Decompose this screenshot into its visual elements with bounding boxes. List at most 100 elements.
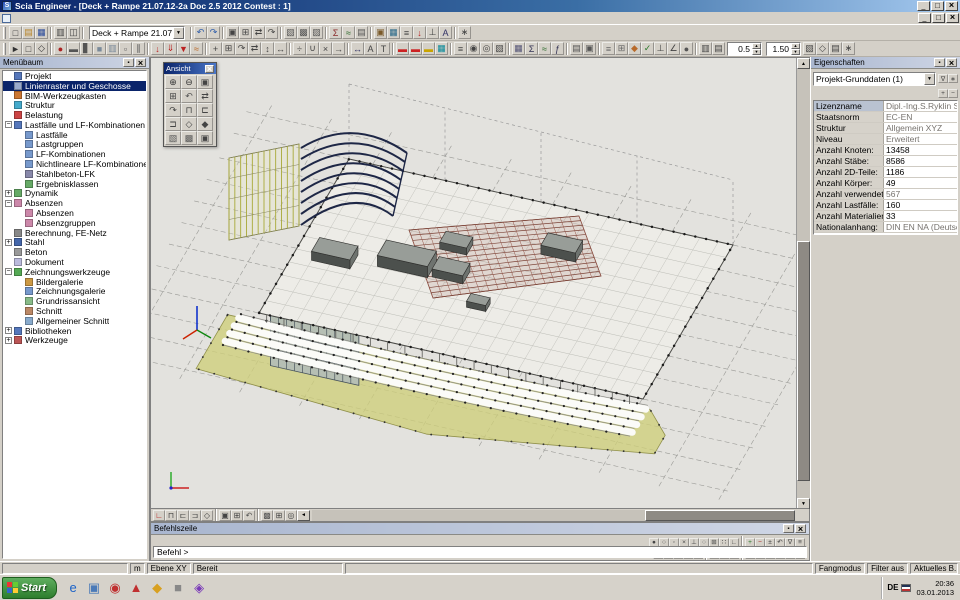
unit-indicator[interactable]: m <box>130 563 145 574</box>
line-load-icon[interactable]: ⇓ <box>164 42 177 55</box>
property-row[interactable]: Nationalanhang: DIN EN NA (Deutschlan... <box>814 222 957 233</box>
view-front-icon[interactable]: ⊏ <box>197 103 213 117</box>
start-button[interactable]: Start <box>2 577 57 599</box>
text-icon[interactable]: A <box>364 42 377 55</box>
temperature-load-icon[interactable]: ≈ <box>190 42 203 55</box>
close-button[interactable] <box>945 1 958 11</box>
scale-icon[interactable]: ↕ <box>261 42 274 55</box>
dimension-icon[interactable]: ↔ <box>351 42 364 55</box>
tree-item[interactable]: Beton <box>3 247 146 257</box>
trim-icon[interactable]: × <box>319 42 332 55</box>
clipboard-icon[interactable]: ▣ <box>374 26 387 39</box>
close-icon[interactable] <box>795 524 806 533</box>
move-icon[interactable]: + <box>209 42 222 55</box>
table-input-icon[interactable]: ▦ <box>387 26 400 39</box>
internet-explorer-icon[interactable]: e <box>63 578 83 598</box>
view-side-icon[interactable]: ⊐ <box>165 117 181 131</box>
tree-item[interactable]: Ergebnisklassen <box>3 179 146 189</box>
property-row[interactable]: Struktur Allgemein XYZ <box>814 123 957 134</box>
zoom-all-icon[interactable]: ▣ <box>219 510 231 521</box>
surface-load-icon[interactable]: ▼ <box>177 42 190 55</box>
tree-item[interactable]: Struktur <box>3 100 146 110</box>
snap-mode-icon[interactable]: ◎ <box>285 510 297 521</box>
expand-all-icon[interactable]: + <box>938 89 948 98</box>
close-icon[interactable] <box>946 58 957 67</box>
mesh-icon[interactable]: ▦ <box>512 42 525 55</box>
property-row[interactable]: Staatsnorm EC-EN <box>814 112 957 123</box>
vertical-scroll-thumb[interactable] <box>797 241 810 481</box>
allplan-icon[interactable]: ■ <box>168 578 188 598</box>
gallery-icon[interactable]: ▣ <box>583 42 596 55</box>
storey-icon[interactable]: ≡ <box>602 42 615 55</box>
property-row[interactable]: Anzahl Stäbe: 8586 <box>814 156 957 167</box>
view-side-icon[interactable]: ⊐ <box>189 510 201 521</box>
toolbar-grip[interactable] <box>3 43 6 55</box>
print-icon[interactable]: ▥ <box>54 26 67 39</box>
scroll-up-button[interactable] <box>797 58 810 69</box>
zoom-window-icon[interactable]: ⊞ <box>239 26 252 39</box>
coord-ucs-icon[interactable]: ∟ <box>153 510 165 521</box>
tree-item[interactable]: Lastgruppen <box>3 140 146 150</box>
select-polygon-icon[interactable]: ◇ <box>35 42 48 55</box>
mdi-close-button[interactable] <box>946 13 959 23</box>
command-panel-header[interactable]: Befehlszeile <box>151 523 809 535</box>
chevron-down-icon[interactable] <box>173 27 184 39</box>
undo-icon[interactable]: ↶ <box>194 26 207 39</box>
horizontal-scroll-thumb[interactable] <box>645 510 795 521</box>
tree-item[interactable]: + Dynamik <box>3 189 146 199</box>
rotate-view-icon[interactable]: ↷ <box>165 103 181 117</box>
scroll-left-button[interactable] <box>297 510 310 521</box>
settings-icon[interactable]: ∗ <box>842 42 855 55</box>
collapse-all-icon[interactable]: − <box>948 89 958 98</box>
render-wire-icon[interactable]: ▧ <box>165 131 181 145</box>
menu-tree-header[interactable]: Menübaum <box>0 57 149 69</box>
show-grid-icon[interactable]: ⊞ <box>273 510 285 521</box>
results-icon[interactable]: ≈ <box>538 42 551 55</box>
results-icon[interactable]: ≈ <box>342 26 355 39</box>
save-icon[interactable]: ▦ <box>35 26 48 39</box>
rotate-icon[interactable]: ↷ <box>235 42 248 55</box>
chevron-down-icon[interactable] <box>924 73 935 85</box>
beam-icon[interactable]: ▬ <box>67 42 80 55</box>
grid-3d-icon[interactable]: ⊞ <box>615 42 628 55</box>
node-icon[interactable]: ● <box>54 42 67 55</box>
divide-icon[interactable]: ÷ <box>293 42 306 55</box>
properties-header[interactable]: Eigenschaften <box>811 57 960 69</box>
zoom-out-icon[interactable]: ⊖ <box>181 75 197 89</box>
render-mode-icon[interactable]: ▩ <box>261 510 273 521</box>
open-icon[interactable]: ▤ <box>22 26 35 39</box>
property-row[interactable]: Anzahl Materialien: 33 <box>814 211 957 222</box>
tree-item[interactable]: BIM-Werkzeugkasten <box>3 91 146 101</box>
document-icon[interactable]: ▤ <box>570 42 583 55</box>
rib-icon[interactable]: ∥ <box>132 42 145 55</box>
bim-icon[interactable]: ◆ <box>628 42 641 55</box>
wireframe-icon[interactable]: ▧ <box>284 26 297 39</box>
zoom-all-icon[interactable]: ▣ <box>197 75 213 89</box>
zoom-window-icon[interactable]: ⊞ <box>165 89 181 103</box>
visibility-icon[interactable]: ◉ <box>467 42 480 55</box>
property-group-selector[interactable]: Projekt-Grunddaten (1) <box>813 72 936 86</box>
show-supports-icon[interactable]: ⊥ <box>426 26 439 39</box>
pin-icon[interactable] <box>123 58 134 67</box>
model-canvas[interactable] <box>151 58 796 509</box>
pan-icon[interactable]: ⇄ <box>252 26 265 39</box>
clip-plane-icon[interactable]: ▧ <box>803 42 816 55</box>
tree-item[interactable]: Allgemeiner Schnitt <box>3 316 146 326</box>
axonometric-icon[interactable]: ◇ <box>201 510 213 521</box>
snap-mode-indicator[interactable]: Fangmodus <box>815 563 865 574</box>
mdi-minimize-button[interactable] <box>918 13 931 23</box>
tree-item[interactable]: Stahlbeton-LFK <box>3 169 146 179</box>
property-row[interactable]: Anzahl Körper: 49 <box>814 178 957 189</box>
tree-item[interactable]: Lastfälle <box>3 130 146 140</box>
property-row[interactable]: Anzahl 2D-Teile: 1186 <box>814 167 957 178</box>
scia-engineer-icon[interactable]: ◈ <box>189 578 209 598</box>
scia-esa-icon[interactable]: ◆ <box>147 578 167 598</box>
tree-expander-icon[interactable]: + <box>5 337 12 344</box>
tree-item[interactable]: + Stahl <box>3 238 146 248</box>
tree-item[interactable]: − Zeichnungswerkzeuge <box>3 267 146 277</box>
nero-icon[interactable]: ◉ <box>105 578 125 598</box>
view-front-icon[interactable]: ⊏ <box>177 510 189 521</box>
activity-icon[interactable]: ◎ <box>480 42 493 55</box>
print-preview-icon[interactable]: ◫ <box>67 26 80 39</box>
spinner-arrows[interactable] <box>791 43 800 55</box>
